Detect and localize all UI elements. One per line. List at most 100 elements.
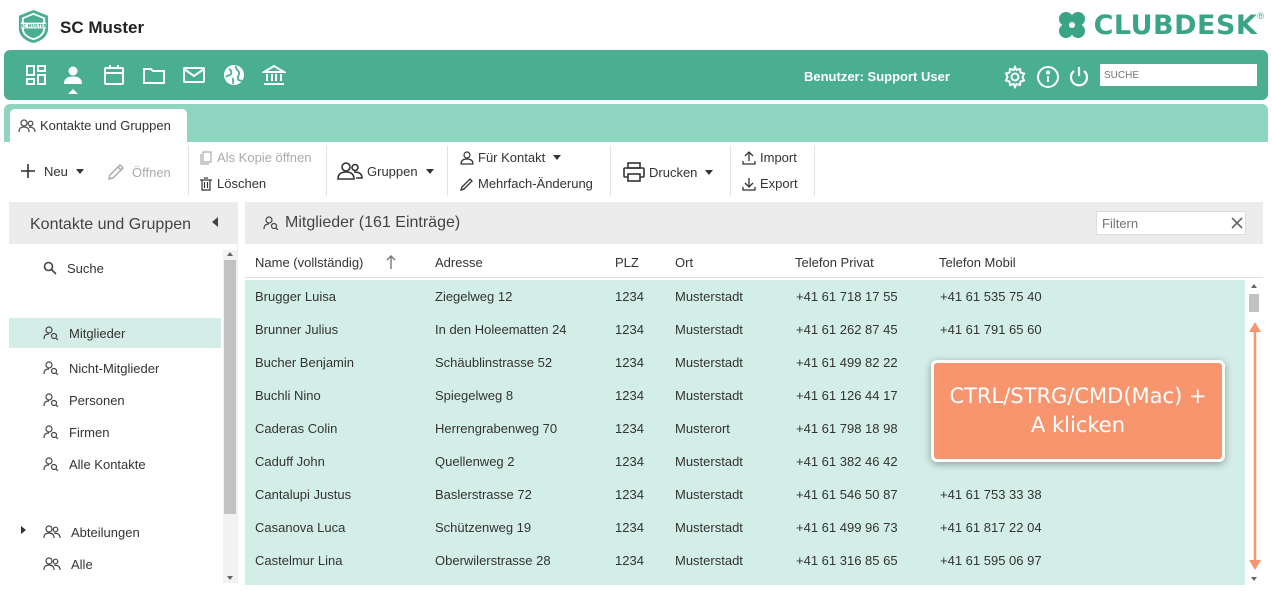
cell-plz: 1234 xyxy=(615,388,644,403)
cell-name: Caduff John xyxy=(255,454,325,469)
table-row[interactable]: Brunner Julius In den Holeematten 24 1234 M… xyxy=(245,313,1245,346)
table-row[interactable]: Castelmur Lina Oberwilerstrasse 28 1234 Mus… xyxy=(245,544,1245,577)
dashboard-icon[interactable] xyxy=(24,63,48,87)
callout-line-2: A klicken xyxy=(1030,413,1126,437)
scroll-down-icon[interactable] xyxy=(1251,577,1257,581)
app-header: SC MUSTER SC Muster CLUBDESK ® xyxy=(0,0,1272,50)
mail-icon[interactable] xyxy=(182,63,206,87)
cell-phone-mobile: +41 61 753 33 38 xyxy=(940,487,1042,502)
group-icon xyxy=(43,557,61,571)
group-icon xyxy=(43,525,61,539)
column-header-name[interactable]: Name (vollständig) xyxy=(255,255,363,270)
export-button[interactable]: Export xyxy=(742,176,798,191)
upload-icon xyxy=(742,150,756,165)
cell-address: Schützenweg 19 xyxy=(435,520,532,535)
print-button[interactable]: Drucken xyxy=(623,162,714,182)
table-row[interactable]: Cantalupi Justus Baslerstrasse 72 1234 Must… xyxy=(245,478,1245,511)
cell-plz: 1234 xyxy=(615,322,644,337)
cell-address: Schäublinstrasse 52 xyxy=(435,355,553,370)
close-icon[interactable] xyxy=(1230,216,1244,230)
cell-name: Buchli Nino xyxy=(255,388,321,403)
nav-item-alle[interactable]: Alle xyxy=(9,549,221,579)
clover-icon xyxy=(1058,12,1085,38)
cell-plz: 1234 xyxy=(615,520,644,535)
scrollbar-thumb[interactable] xyxy=(224,260,236,514)
toolbar-divider xyxy=(814,146,815,196)
nav-item-mitglieder[interactable]: Mitglieder xyxy=(9,318,221,348)
plus-icon xyxy=(21,164,35,178)
column-header-phone-mobile[interactable]: Telefon Mobil xyxy=(939,255,1016,270)
nav-item-label: Nicht-Mitglieder xyxy=(69,360,160,376)
navigation-panel-header: Kontakte und Gruppen xyxy=(9,202,238,244)
scroll-down-icon[interactable] xyxy=(227,576,233,580)
person-outline-icon xyxy=(460,150,474,165)
member-search-icon xyxy=(263,216,279,230)
printer-icon xyxy=(623,162,645,182)
table-row[interactable]: Brugger Luisa Ziegelweg 12 1234 Musterstadt… xyxy=(245,280,1245,313)
grid-title: Mitglieder (161 Einträge) xyxy=(263,214,460,232)
new-button[interactable]: Neu xyxy=(20,163,84,179)
cell-phone-mobile: +41 61 817 22 04 xyxy=(940,520,1042,535)
column-header-phone-private[interactable]: Telefon Privat xyxy=(795,255,874,270)
nav-item-firmen[interactable]: Firmen xyxy=(9,417,221,447)
global-search-input[interactable] xyxy=(1100,64,1257,86)
column-header-address[interactable]: Adresse xyxy=(435,255,483,270)
info-icon[interactable] xyxy=(1036,65,1059,88)
column-header-plz[interactable]: PLZ xyxy=(615,255,639,270)
scroll-up-icon[interactable] xyxy=(227,252,233,256)
nav-item-label: Personen xyxy=(69,392,125,408)
column-header-ort[interactable]: Ort xyxy=(675,255,693,270)
cell-name: Brunner Julius xyxy=(255,322,339,337)
sort-ascending-icon[interactable] xyxy=(385,254,397,270)
import-button[interactable]: Import xyxy=(742,150,797,165)
power-icon[interactable] xyxy=(1067,65,1089,87)
nav-item-personen[interactable]: Personen xyxy=(9,385,221,415)
toolbar-divider xyxy=(730,146,731,196)
nav-item-label: Alle Kontakte xyxy=(69,456,146,472)
nav-item-alle-kontakte[interactable]: Alle Kontakte xyxy=(9,449,221,479)
toolbar-divider xyxy=(188,146,189,196)
filter-input[interactable] xyxy=(1096,211,1246,235)
navigation-scrollbar[interactable] xyxy=(223,250,237,583)
cell-phone-private: +41 61 499 82 22 xyxy=(796,355,898,370)
nav-active-indicator xyxy=(68,89,78,94)
brand-logo[interactable]: CLUBDESK ® xyxy=(1056,9,1264,41)
cell-ort: Musterort xyxy=(675,421,730,436)
cell-phone-private: +41 61 718 17 55 xyxy=(796,289,898,304)
nav-item-abteilungen[interactable]: Abteilungen xyxy=(9,517,221,547)
cell-address: Ziegelweg 12 xyxy=(435,289,513,304)
scrollbar-thumb[interactable] xyxy=(1249,294,1259,312)
gear-icon[interactable] xyxy=(1003,64,1026,90)
cell-phone-mobile: +41 61 535 75 40 xyxy=(940,289,1042,304)
cell-phone-private: +41 61 126 44 17 xyxy=(796,388,898,403)
tab-kontakte-und-gruppen[interactable]: Kontakte und Gruppen xyxy=(10,109,187,142)
search-icon xyxy=(43,261,57,275)
bank-icon[interactable] xyxy=(260,63,288,87)
cell-name: Caderas Colin xyxy=(255,421,338,436)
bulk-edit-button[interactable]: Mehrfach-Änderung xyxy=(460,176,593,191)
cell-ort: Musterstadt xyxy=(675,454,743,469)
calendar-icon[interactable] xyxy=(102,63,126,87)
globe-icon[interactable] xyxy=(222,63,246,87)
group-icon xyxy=(337,162,363,180)
collapse-panel-icon[interactable] xyxy=(212,217,218,227)
club-logo-text: SC MUSTER xyxy=(20,23,47,28)
folder-icon[interactable] xyxy=(142,63,166,87)
open-as-copy-button[interactable]: Als Kopie öffnen xyxy=(199,150,311,165)
nav-item-nicht-mitglieder[interactable]: Nicht-Mitglieder xyxy=(9,353,221,383)
delete-button[interactable]: Löschen xyxy=(199,176,266,191)
open-button[interactable]: Öffnen xyxy=(106,162,171,182)
cell-name: Casanova Luca xyxy=(255,520,346,535)
scroll-up-icon[interactable] xyxy=(1251,284,1257,288)
for-contact-button[interactable]: Für Kontakt xyxy=(460,150,562,165)
groups-button[interactable]: Gruppen xyxy=(337,162,434,180)
person-icon[interactable] xyxy=(61,63,85,87)
delete-button-label: Löschen xyxy=(217,176,267,191)
toolbar-divider xyxy=(610,146,611,196)
nav-item-suche[interactable]: Suche xyxy=(9,253,221,283)
cell-ort: Musterstadt xyxy=(675,322,743,337)
brand-registered-mark: ® xyxy=(1257,11,1264,21)
cell-name: Cantalupi Justus xyxy=(255,487,352,502)
table-row[interactable]: Casanova Luca Schützenweg 19 1234 Mustersta… xyxy=(245,511,1245,544)
cell-phone-private: +41 61 382 46 42 xyxy=(796,454,898,469)
